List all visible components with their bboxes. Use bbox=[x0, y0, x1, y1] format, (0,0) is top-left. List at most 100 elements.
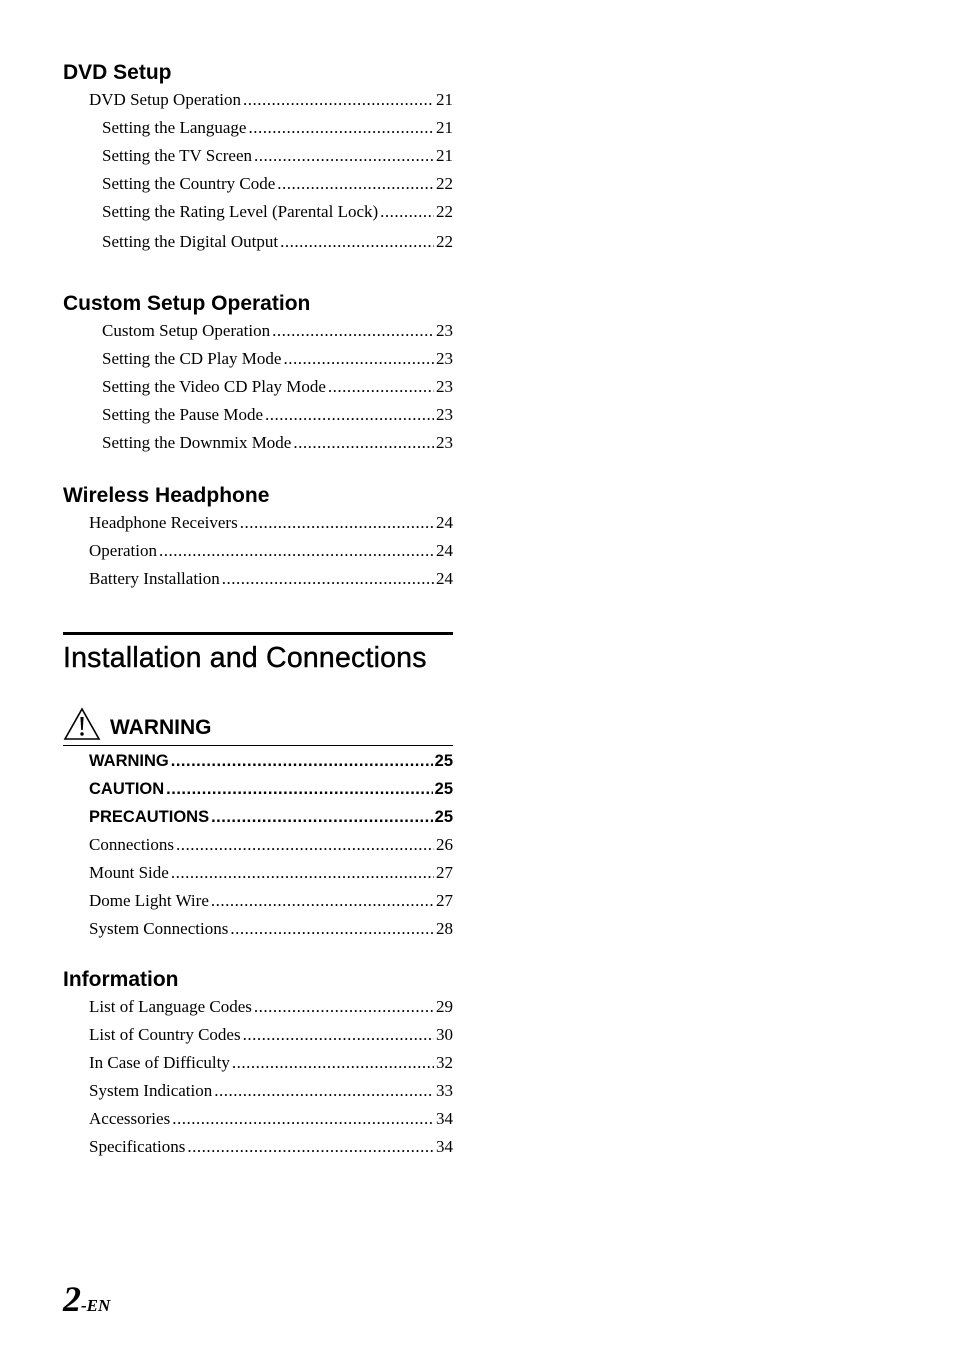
toc-entry-label: Setting the TV Screen bbox=[102, 146, 252, 165]
toc-entry-page: 24 bbox=[436, 569, 453, 588]
toc-entry-page: 21 bbox=[436, 90, 453, 109]
section-heading: Information bbox=[63, 968, 179, 991]
toc-entry-page: 21 bbox=[436, 146, 453, 165]
leader-dots bbox=[211, 803, 433, 831]
toc-entry[interactable]: CAUTION 25 bbox=[63, 775, 453, 803]
toc-entry-label: Accessories bbox=[89, 1109, 171, 1128]
toc-entry[interactable]: Battery Installation 24 bbox=[63, 565, 453, 593]
chapter-rule bbox=[63, 632, 453, 635]
toc-entry-label: CAUTION bbox=[89, 780, 165, 798]
toc-entry[interactable]: Setting the CD Play Mode 23 bbox=[63, 345, 453, 373]
warning-rule bbox=[63, 745, 453, 746]
warning-triangle-icon bbox=[63, 707, 101, 740]
page-number-suffix: -EN bbox=[81, 1296, 111, 1315]
toc-entry-page: 23 bbox=[436, 433, 453, 452]
toc-entry-label: System Connections bbox=[89, 919, 229, 938]
leader-dots bbox=[283, 345, 434, 373]
toc-entry-page: 28 bbox=[436, 919, 453, 938]
toc-entry[interactable]: Setting the Pause Mode 23 bbox=[63, 401, 453, 429]
section-information: Information List of Language Codes 29 Lis… bbox=[63, 967, 453, 1161]
section-dvd-setup: DVD Setup DVD Setup Operation 21 Setting … bbox=[63, 60, 453, 256]
leader-dots bbox=[328, 373, 434, 401]
toc-entry-page: 22 bbox=[436, 232, 453, 251]
toc-entry-label: Setting the Rating Level (Parental Lock) bbox=[102, 202, 379, 221]
toc-entry-label: DVD Setup Operation bbox=[89, 90, 242, 109]
toc-entry-page: 25 bbox=[434, 780, 453, 798]
toc-entry-label: Battery Installation bbox=[89, 569, 220, 588]
toc-entry[interactable]: PRECAUTIONS 25 bbox=[63, 803, 453, 831]
toc-entry-page: 23 bbox=[436, 321, 453, 340]
leader-dots bbox=[171, 747, 433, 775]
toc-entry[interactable]: Setting the TV Screen 21 bbox=[63, 142, 453, 170]
leader-dots bbox=[265, 401, 434, 429]
toc-entry[interactable]: Mount Side 27 bbox=[63, 859, 453, 887]
toc-entry-page: 30 bbox=[436, 1025, 453, 1044]
leader-dots bbox=[272, 317, 434, 345]
toc-entry-label: Specifications bbox=[89, 1137, 186, 1156]
toc-entry-label: Headphone Receivers bbox=[89, 513, 238, 532]
toc-entry[interactable]: System Connections 28 bbox=[63, 915, 453, 943]
toc-entry-page: 27 bbox=[436, 891, 453, 910]
toc-entry[interactable]: Setting the Digital Output 22 bbox=[63, 228, 453, 256]
toc-entry-label: In Case of Difficulty bbox=[89, 1053, 230, 1072]
toc-entry-page: 26 bbox=[436, 835, 453, 854]
toc-entry[interactable]: Dome Light Wire 27 bbox=[63, 887, 453, 915]
leader-dots bbox=[243, 1021, 434, 1049]
leader-dots bbox=[159, 537, 434, 565]
leader-dots bbox=[254, 993, 434, 1021]
toc-entry-label: Custom Setup Operation bbox=[102, 321, 271, 340]
toc-entry-page: 34 bbox=[436, 1109, 453, 1128]
toc-entry-page: 23 bbox=[436, 377, 453, 396]
toc-entry[interactable]: List of Country Codes 30 bbox=[63, 1021, 453, 1049]
toc-entry[interactable]: Setting the Video CD Play Mode 23 bbox=[63, 373, 453, 401]
toc-entry-page: 27 bbox=[436, 863, 453, 882]
leader-dots bbox=[277, 170, 434, 198]
leader-dots bbox=[222, 565, 434, 593]
toc-entry-page: 23 bbox=[436, 405, 453, 424]
toc-entry-label: Operation bbox=[89, 541, 157, 560]
toc-entry-page: 22 bbox=[436, 174, 453, 193]
section-heading: Custom Setup Operation bbox=[63, 292, 311, 315]
toc-entry[interactable]: In Case of Difficulty 32 bbox=[63, 1049, 453, 1077]
toc-entry-label: WARNING bbox=[89, 752, 169, 770]
leader-dots bbox=[171, 859, 434, 887]
toc-entry[interactable]: List of Language Codes 29 bbox=[63, 993, 453, 1021]
leader-dots bbox=[211, 887, 434, 915]
toc-entry-label: Setting the CD Play Mode bbox=[102, 349, 282, 368]
leader-dots bbox=[240, 509, 434, 537]
toc-entry[interactable]: Setting the Downmix Mode 23 bbox=[63, 429, 453, 457]
toc-entry[interactable]: Setting the Language 21 bbox=[63, 114, 453, 142]
toc-entry-label: List of Country Codes bbox=[89, 1025, 241, 1044]
toc-entry[interactable]: WARNING 25 bbox=[63, 747, 453, 775]
toc-entry[interactable]: Setting the Rating Level (Parental Lock)… bbox=[63, 198, 453, 226]
leader-dots bbox=[243, 86, 434, 114]
toc-entry-label: Setting the Pause Mode bbox=[102, 405, 264, 424]
toc-entry-page: 25 bbox=[434, 752, 453, 770]
toc-entry[interactable]: Operation 24 bbox=[63, 537, 453, 565]
toc-entry-page: 33 bbox=[436, 1081, 453, 1100]
page-number: 2-EN bbox=[63, 1278, 110, 1320]
toc-entry[interactable]: DVD Setup Operation 21 bbox=[63, 86, 453, 114]
toc-entry[interactable]: System Indication 33 bbox=[63, 1077, 453, 1105]
section-warning-entries: WARNING 25 CAUTION 25 PRECAUTIONS 25 Connec… bbox=[63, 747, 453, 943]
section-heading: Wireless Headphone bbox=[63, 484, 270, 507]
toc-entry-label: Mount Side bbox=[89, 863, 169, 882]
chapter-title: Installation and Connections bbox=[63, 642, 427, 674]
leader-dots bbox=[254, 142, 434, 170]
warning-heading: WARNING bbox=[63, 707, 212, 741]
toc-entry[interactable]: Setting the Country Code 22 bbox=[63, 170, 453, 198]
toc-entry-page: 24 bbox=[436, 513, 453, 532]
toc-entry[interactable]: Headphone Receivers 24 bbox=[63, 509, 453, 537]
toc-entry-page: 32 bbox=[436, 1053, 453, 1072]
toc-entry-page: 34 bbox=[436, 1137, 453, 1156]
toc-entry[interactable]: Connections 26 bbox=[63, 831, 453, 859]
toc-entry[interactable]: Accessories 34 bbox=[63, 1105, 453, 1133]
leader-dots bbox=[380, 198, 434, 226]
toc-entry-label: List of Language Codes bbox=[89, 997, 252, 1016]
leader-dots bbox=[280, 228, 434, 256]
toc-entry-page: 24 bbox=[436, 541, 453, 560]
toc-entry-label: Setting the Country Code bbox=[102, 174, 276, 193]
toc-entry[interactable]: Specifications 34 bbox=[63, 1133, 453, 1161]
toc-entry[interactable]: Custom Setup Operation 23 bbox=[63, 317, 453, 345]
toc-entry-label: Dome Light Wire bbox=[89, 891, 209, 910]
